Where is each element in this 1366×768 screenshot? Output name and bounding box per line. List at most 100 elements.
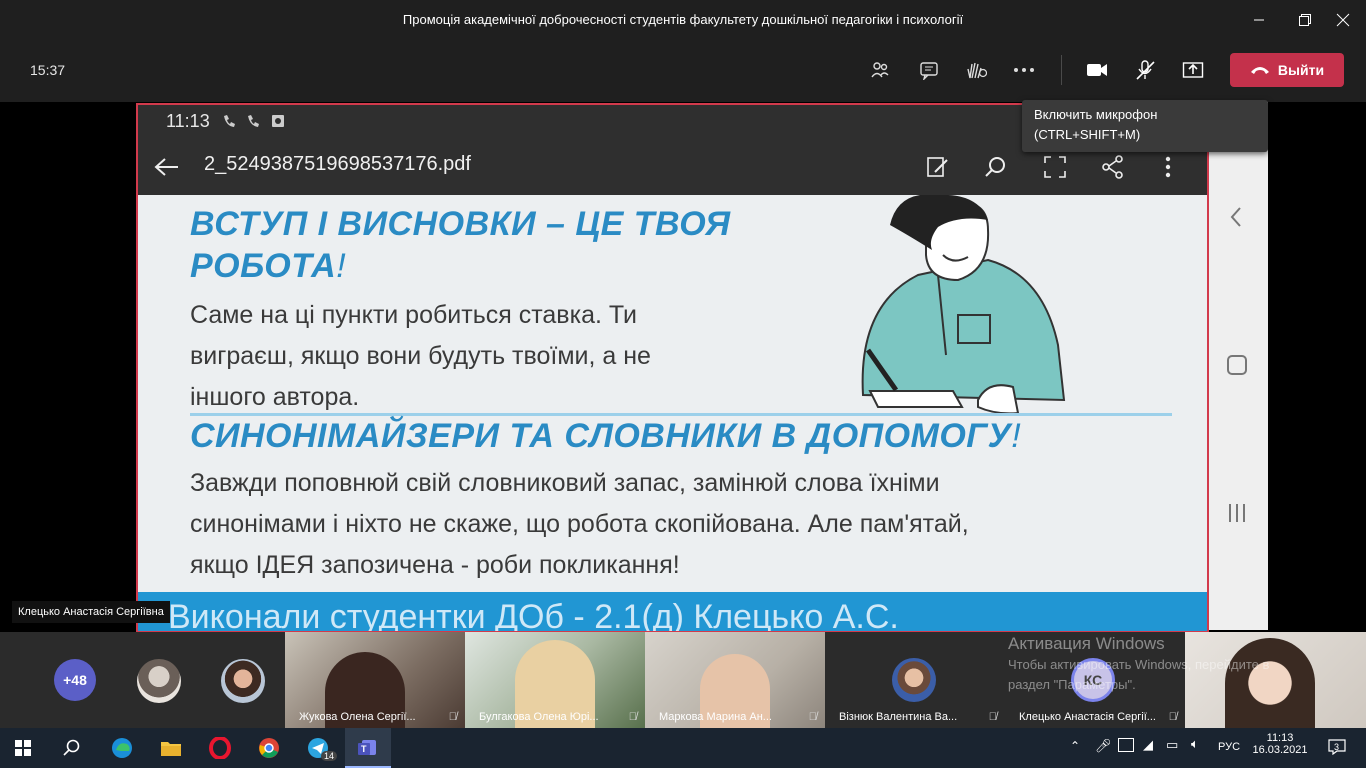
home-square-icon[interactable]: [1226, 354, 1248, 376]
close-button[interactable]: [1320, 0, 1366, 40]
paragraph-synonyms-line1: Завжди поповнюй свій словниковий запас, …: [190, 469, 940, 497]
opera-icon: [209, 737, 231, 759]
shared-screen: 11:13 2_5249387519698537176.pdf ВСТУП І …: [136, 103, 1209, 633]
participant-name: Маркова Марина Ан...: [659, 711, 772, 723]
participant-tile[interactable]: Маркова Марина Ан... 🎙̸: [645, 632, 825, 728]
activation-watermark-title: Активация Windows: [1008, 634, 1165, 653]
people-icon: [871, 62, 889, 78]
camera-icon: [1087, 64, 1107, 76]
participant-name: Жукова Олена Сергії...: [299, 711, 416, 723]
tooltip-shortcut: (CTRL+SHIFT+M): [1034, 127, 1141, 142]
paragraph-intro-line2: виграєш, якщо вони будуть твоїми, а не: [190, 342, 651, 370]
edit-icon[interactable]: [926, 155, 950, 179]
leave-button[interactable]: Выйти: [1230, 53, 1344, 87]
telegram-app[interactable]: 14: [295, 728, 341, 768]
mic-tooltip: Включить микрофон (CTRL+SHIFT+M): [1022, 100, 1268, 152]
mic-off-icon: 🎙̸: [628, 711, 637, 723]
share-icon: [1182, 62, 1204, 78]
call-icon: [248, 115, 259, 127]
teams-app[interactable]: T: [345, 728, 391, 768]
activation-watermark-line: Чтобы активировать Windows, перейдите в: [1008, 657, 1270, 672]
battery-icon[interactable]: [1118, 738, 1134, 752]
clock-time: 11:13: [1266, 732, 1294, 744]
heading-intro-line1: ВСТУП І ВИСНОВКИ – ЦЕ ТВОЯ: [190, 205, 731, 243]
participant-name: Булгакова Олена Юрі...: [479, 711, 599, 723]
paragraph-synonyms-line3: якщо ІДЕЯ запозичена - роби покликання!: [190, 551, 680, 579]
edge-app[interactable]: [99, 728, 145, 768]
search-icon: [63, 739, 80, 756]
chrome-app[interactable]: [246, 728, 292, 768]
paragraph-synonyms-line2: синонімами і ніхто не скаже, що робота с…: [190, 510, 969, 538]
writing-man-illustration: [861, 195, 1066, 415]
share-nodes-icon[interactable]: [1101, 155, 1125, 179]
mic-off-icon: [1136, 60, 1155, 80]
taskbar-clock[interactable]: 11:13 16.03.2021: [1250, 732, 1310, 756]
activation-watermark-line: раздел "Параметры".: [1008, 677, 1136, 692]
paragraph-intro-line3: іншого автора.: [190, 383, 360, 411]
participants-button[interactable]: [862, 56, 898, 84]
window-title: Промоція академічної доброчесності студе…: [402, 12, 964, 27]
participant-tile[interactable]: Візнюк Валентина Ва... 🎙̸: [825, 632, 1005, 728]
overflow-menu-icon[interactable]: [1164, 155, 1172, 179]
participant-tile[interactable]: Булгакова Олена Юрі... 🎙̸: [465, 632, 645, 728]
participant-name: Візнюк Валентина Ва...: [839, 711, 958, 723]
mic-off-icon: 🎙̸: [448, 711, 457, 723]
fullscreen-icon[interactable]: [1043, 155, 1067, 179]
camera-button[interactable]: [1079, 56, 1115, 84]
notification-center-button[interactable]: 3: [1326, 737, 1348, 759]
minimize-button[interactable]: [1236, 0, 1282, 40]
recent-apps-icon[interactable]: [1226, 502, 1248, 524]
participant-avatar[interactable]: [137, 659, 181, 703]
chevron-left-icon[interactable]: [1229, 206, 1243, 228]
network-icon[interactable]: ◢: [1143, 737, 1153, 753]
leave-label: Выйти: [1277, 62, 1325, 78]
raise-hand-button[interactable]: [958, 56, 994, 84]
input-language[interactable]: РУС: [1218, 741, 1240, 753]
edge-icon: [112, 738, 132, 758]
hangup-icon: [1250, 67, 1269, 74]
mic-off-icon: 🎙̸: [1168, 711, 1177, 723]
restore-icon: [1299, 14, 1311, 26]
phone-nav-panel: [1205, 102, 1268, 630]
participant-tile[interactable]: [1185, 632, 1366, 728]
share-screen-button[interactable]: [1175, 56, 1211, 84]
windows-logo-icon: [15, 740, 31, 756]
opera-app[interactable]: [197, 728, 243, 768]
microphone-tray-icon[interactable]: 🎤︎: [1095, 738, 1112, 754]
folder-icon: [161, 742, 181, 756]
credits-text: Виконали студентки ДОб - 2.1(д) Клецько …: [168, 598, 899, 632]
search-button[interactable]: [48, 728, 94, 768]
volume-icon[interactable]: 🔈︎: [1191, 736, 1199, 752]
more-actions-button[interactable]: [1006, 56, 1042, 84]
participant-video: [1225, 638, 1315, 728]
clock-date: 16.03.2021: [1252, 744, 1308, 756]
participant-tile[interactable]: Жукова Олена Сергії... 🎙̸: [285, 632, 465, 728]
participant-name: Клецько Анастасія Сергії...: [1019, 711, 1156, 723]
file-explorer-app[interactable]: [148, 728, 194, 768]
start-button[interactable]: [0, 728, 46, 768]
table-line: [828, 413, 1172, 416]
more-participants-button[interactable]: +48: [54, 659, 96, 701]
heading-intro-line2: РОБОТА!: [190, 247, 347, 285]
minimize-icon: [1254, 19, 1264, 21]
mic-off-icon: 🎙̸: [988, 711, 997, 723]
more-icon: [1014, 68, 1034, 72]
pdf-file-name: 2_5249387519698537176.pdf: [204, 153, 471, 175]
screenshot-icon: [272, 115, 284, 127]
svg-text:T: T: [361, 744, 367, 754]
chrome-icon: [259, 738, 279, 758]
call-icon: [224, 115, 235, 127]
pdf-page: ВСТУП І ВИСНОВКИ – ЦЕ ТВОЯ РОБОТА! Саме …: [138, 195, 1207, 631]
microphone-button[interactable]: [1127, 56, 1163, 84]
keyboard-icon[interactable]: ▭: [1166, 737, 1178, 753]
back-arrow-icon[interactable]: [154, 157, 180, 177]
show-hidden-icons-icon[interactable]: ⌃: [1070, 739, 1080, 753]
participant-avatar[interactable]: [221, 659, 265, 703]
presenter-name: Клецько Анастасія Сергіївна: [12, 601, 170, 623]
search-icon[interactable]: [984, 155, 1008, 179]
toolbar-divider: [1061, 55, 1062, 85]
teams-icon: T: [358, 740, 376, 755]
meeting-timer: 15:37: [30, 62, 66, 78]
chat-button[interactable]: [911, 56, 947, 84]
hand-icon: [967, 62, 987, 79]
